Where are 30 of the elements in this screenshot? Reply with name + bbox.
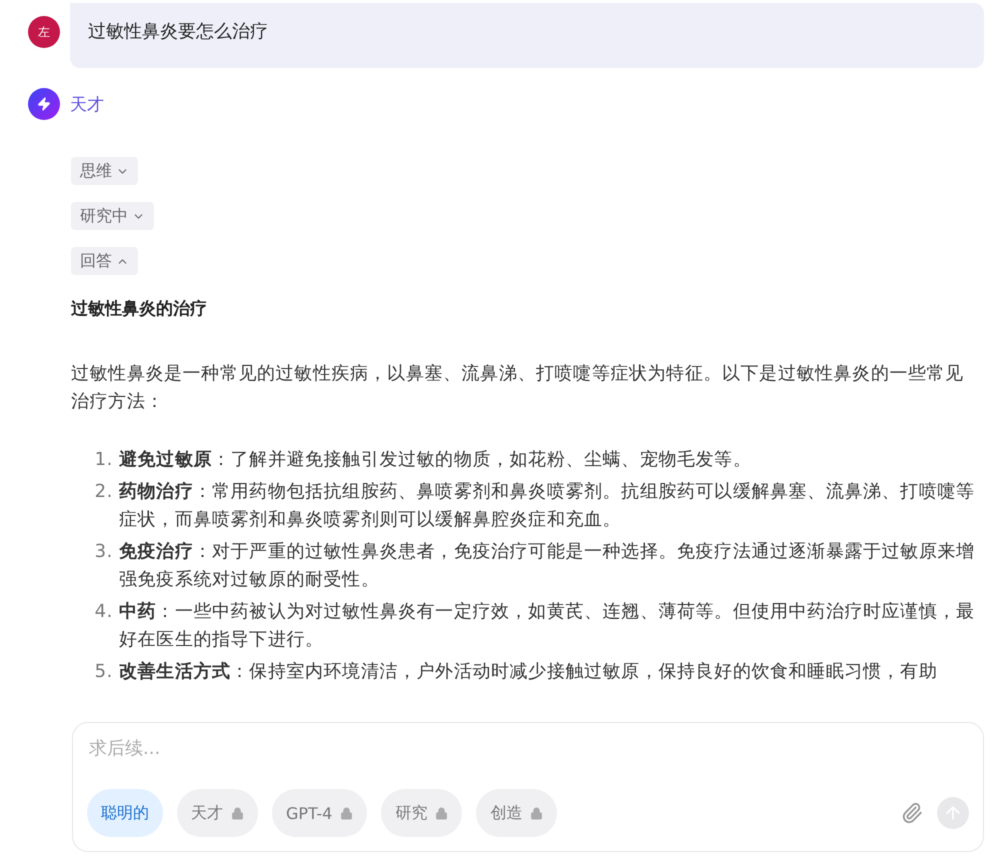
list-item-text: 药物治疗：常用药物包括抗组胺药、鼻喷雾剂和鼻炎喷雾剂。抗组胺药可以缓解鼻塞、流鼻涕、打喷嚏等症状，而鼻喷雾剂和鼻炎喷雾剂则可以缓解鼻腔炎症和充血。 (119, 480, 976, 532)
section-toggle[interactable]: 思维 (71, 157, 138, 185)
lightning-icon (28, 88, 60, 120)
list-item-text: 中药：一些中药被认为对过敏性鼻炎有一定疗效，如黄芪、连翘、薄荷等。但使用中药治疗时应谨慎，最好在医生的指导下进行。 (119, 600, 976, 652)
list-number: 3. (94, 540, 114, 564)
section-toggle[interactable]: 研究中 (71, 202, 154, 230)
model-chip[interactable]: 聪明的 (87, 789, 163, 837)
list-item-text: 改善生活方式：保持室内环境清洁，户外活动时减少接触过敏原，保持良好的饮食和睡眠习惯，有助 (119, 660, 938, 684)
assistant-name: 天才 (70, 94, 104, 116)
section-toggle[interactable]: 回答 (71, 247, 138, 275)
user-message: 过敏性鼻炎要怎么治疗 (70, 3, 984, 68)
paperclip-icon[interactable] (901, 802, 923, 824)
list-number: 2. (94, 480, 114, 504)
lock-icon (231, 806, 244, 820)
lock-icon (435, 806, 448, 820)
model-chip[interactable]: 天才 (177, 789, 258, 837)
model-chip[interactable]: 创造 (476, 789, 558, 837)
list-item-text: 免疫治疗：对于严重的过敏性鼻炎患者，免疫治疗可能是一种选择。免疫疗法通过逐渐暴露于过敏原来增强免疫系统对过敏原的耐受性。 (119, 540, 976, 592)
follow-up-field[interactable]: 求后续... (87, 737, 969, 760)
list-number: 4. (94, 600, 114, 624)
list-number: 5. (94, 660, 114, 684)
lock-icon (530, 806, 544, 820)
model-chip[interactable]: GPT-4 (272, 789, 368, 837)
list-number: 1. (94, 448, 114, 472)
user-avatar: 左 (28, 16, 60, 48)
answer-paragraph: 过敏性鼻炎是一种常见的过敏性疾病，以鼻塞、流鼻涕、打喷嚏等症状为特征。以下是过敏性鼻炎的一些常见治疗方法： (71, 362, 965, 414)
answer-title: 过敏性鼻炎的治疗 (71, 298, 208, 320)
model-chip[interactable]: 研究 (381, 789, 462, 837)
list-item-text: 避免过敏原：了解并避免接触引发过敏的物质，如花粉、尘螨、宠物毛发等。 (119, 448, 752, 472)
lock-icon (340, 806, 354, 820)
